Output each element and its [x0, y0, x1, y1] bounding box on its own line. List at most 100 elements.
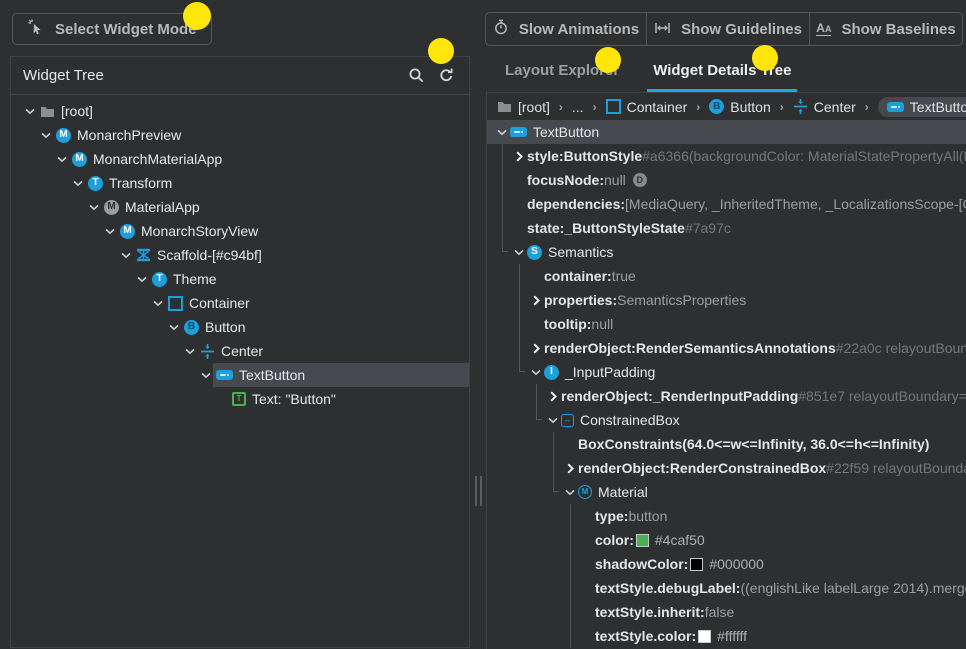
chevron-right-icon[interactable]	[533, 295, 540, 306]
chevron-down-icon[interactable]	[201, 372, 211, 379]
details-row[interactable]: properties: SemanticsProperties	[487, 288, 966, 312]
chevron-right-icon[interactable]	[550, 391, 557, 402]
chevron-down-icon[interactable]	[89, 204, 99, 211]
select-widget-mode-button[interactable]: Select Widget Mode	[12, 13, 212, 45]
panel-splitter[interactable]	[473, 476, 483, 506]
details-row[interactable]: TextButton	[487, 120, 966, 144]
details-row[interactable]: focusNode: nullD	[487, 168, 966, 192]
tree-row[interactable]: Center	[11, 339, 469, 363]
expander[interactable]	[562, 463, 578, 474]
details-row[interactable]: BoxConstraints(64.0<=w<=Infinity, 36.0<=…	[487, 432, 966, 456]
tree-row[interactable]: MMonarchMaterialApp	[11, 147, 469, 171]
expander[interactable]	[528, 295, 544, 306]
details-row[interactable]: container: true	[487, 264, 966, 288]
tree-row[interactable]: TextButton	[11, 363, 469, 387]
tree-row[interactable]: TTransform	[11, 171, 469, 195]
details-row[interactable]: I_InputPadding	[487, 360, 966, 384]
details-row[interactable]: ↔ConstrainedBox	[487, 408, 966, 432]
breadcrumb-item[interactable]: Center	[793, 99, 856, 115]
expander[interactable]	[562, 489, 578, 496]
expander[interactable]	[528, 343, 544, 354]
expander[interactable]	[511, 249, 527, 256]
breadcrumb-item[interactable]: TextButton	[878, 97, 966, 117]
chevron-down-icon[interactable]	[185, 348, 195, 355]
expander[interactable]	[86, 204, 101, 211]
expander[interactable]	[528, 369, 544, 376]
chevron-down-icon[interactable]	[137, 276, 147, 283]
expander[interactable]	[70, 180, 85, 187]
details-row[interactable]: state: _ButtonStyleState#7a97c	[487, 216, 966, 240]
tree-guide	[494, 360, 511, 384]
expander[interactable]	[198, 372, 213, 379]
details-row[interactable]: textStyle.inherit: false	[487, 600, 966, 624]
details-row[interactable]: textStyle.color: #ffffff	[487, 624, 966, 648]
property-text: false	[705, 604, 735, 620]
chevron-down-icon[interactable]	[169, 324, 179, 331]
breadcrumb-item[interactable]: BButton	[709, 99, 770, 115]
details-row[interactable]: type: button	[487, 504, 966, 528]
property-text: [MediaQuery, _InheritedTheme, _Localizat…	[625, 196, 966, 212]
details-row[interactable]: renderObject: RenderSemanticsAnnotations…	[487, 336, 966, 360]
tree-guide	[545, 528, 562, 552]
chevron-right-icon[interactable]	[567, 463, 574, 474]
expander[interactable]	[494, 129, 510, 136]
details-row[interactable]: SSemantics	[487, 240, 966, 264]
chevron-right-icon[interactable]	[533, 343, 540, 354]
expander[interactable]	[511, 151, 527, 162]
chevron-down-icon[interactable]	[41, 132, 51, 139]
chevron-down-icon[interactable]	[153, 300, 163, 307]
expander[interactable]	[134, 276, 149, 283]
chevron-down-icon[interactable]	[497, 129, 507, 136]
chevron-down-icon[interactable]	[57, 156, 67, 163]
chevron-right-icon[interactable]	[516, 151, 523, 162]
tree-row[interactable]: [root]	[11, 99, 469, 123]
details-row[interactable]: textStyle.debugLabel: ((englishLike labe…	[487, 576, 966, 600]
details-node-label: ConstrainedBox	[580, 412, 680, 428]
tree-row[interactable]: Scaffold-[#c94bf]	[11, 243, 469, 267]
expander[interactable]	[54, 156, 69, 163]
chevron-down-icon[interactable]	[25, 108, 35, 115]
details-row[interactable]: color: #4caf50	[487, 528, 966, 552]
chevron-down-icon[interactable]	[548, 417, 558, 424]
expander[interactable]	[182, 348, 197, 355]
expander[interactable]	[166, 324, 181, 331]
show-guidelines-button[interactable]: Show Guidelines	[646, 13, 809, 45]
details-row[interactable]: shadowColor: #000000	[487, 552, 966, 576]
details-row[interactable]: style: ButtonStyle#a6366(backgroundColor…	[487, 144, 966, 168]
expander[interactable]	[150, 300, 165, 307]
tree-row[interactable]: MMonarchPreview	[11, 123, 469, 147]
tree-row[interactable]: MMaterialApp	[11, 195, 469, 219]
tree-row-label: Text: "Button"	[252, 391, 336, 407]
tree-row[interactable]: MMonarchStoryView	[11, 219, 469, 243]
details-row[interactable]: tooltip: null	[487, 312, 966, 336]
tree-row[interactable]: TText: "Button"	[11, 387, 469, 411]
expander[interactable]	[118, 252, 133, 259]
expander[interactable]	[545, 417, 561, 424]
expander[interactable]	[22, 108, 37, 115]
breadcrumb-item[interactable]: ...	[572, 99, 584, 115]
chevron-down-icon[interactable]	[565, 489, 575, 496]
tree-guide	[511, 456, 528, 480]
slow-animations-button[interactable]: Slow Animations	[486, 13, 646, 45]
tree-row[interactable]: Container	[11, 291, 469, 315]
details-row[interactable]: MMaterial	[487, 480, 966, 504]
details-row[interactable]: dependencies: [MediaQuery, _InheritedThe…	[487, 192, 966, 216]
details-row[interactable]: renderObject: _RenderInputPadding#851e7 …	[487, 384, 966, 408]
expander[interactable]	[102, 228, 117, 235]
chevron-down-icon[interactable]	[73, 180, 83, 187]
tab-widget-details-tree[interactable]: Widget Details Tree	[647, 62, 797, 92]
tree-row[interactable]: TTheme	[11, 267, 469, 291]
show-baselines-button[interactable]: AA Show Baselines	[809, 13, 962, 45]
search-icon[interactable]	[405, 65, 427, 87]
chevron-down-icon[interactable]	[121, 252, 131, 259]
expander[interactable]	[38, 132, 53, 139]
chevron-down-icon[interactable]	[514, 249, 524, 256]
chevron-down-icon[interactable]	[531, 369, 541, 376]
chevron-down-icon[interactable]	[105, 228, 115, 235]
expander[interactable]	[545, 391, 561, 402]
refresh-icon[interactable]	[435, 65, 457, 87]
breadcrumb-item[interactable]: [root]	[497, 99, 550, 115]
details-row[interactable]: renderObject: RenderConstrainedBox#22f59…	[487, 456, 966, 480]
breadcrumb-item[interactable]: Container	[606, 99, 688, 115]
tree-row[interactable]: BButton	[11, 315, 469, 339]
